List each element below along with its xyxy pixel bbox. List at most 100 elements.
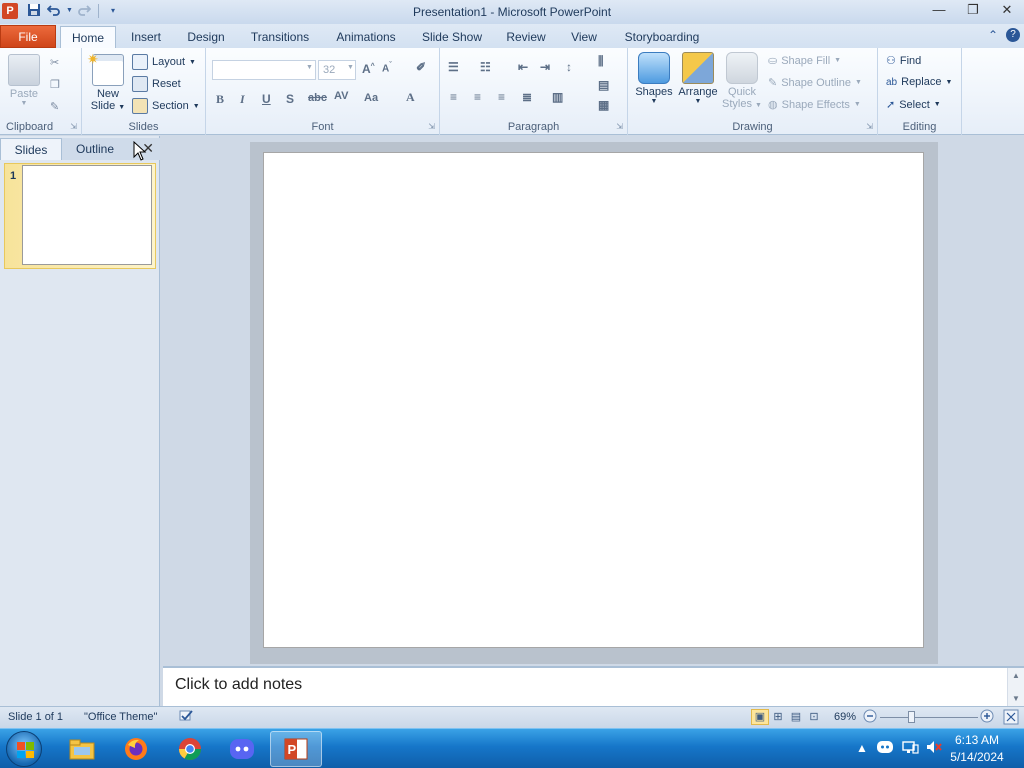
tab-file[interactable]: File <box>0 25 56 48</box>
reset-button[interactable]: Reset <box>132 76 181 92</box>
font-launcher-icon[interactable]: ⇲ <box>428 122 435 131</box>
smartart-icon[interactable]: ▦ <box>598 98 609 112</box>
select-button[interactable]: ➚ Select ▼ <box>886 98 941 112</box>
columns-icon[interactable]: ▥ <box>552 90 563 104</box>
slide-sorter-icon[interactable]: ⊞ <box>769 709 787 725</box>
zoom-level[interactable]: 69% <box>834 711 856 723</box>
spell-check-icon[interactable] <box>178 709 194 726</box>
line-spacing-icon[interactable]: ↕ <box>566 60 572 74</box>
tab-insert[interactable]: Insert <box>122 26 170 48</box>
font-label: Font <box>311 121 334 133</box>
tab-view[interactable]: View <box>566 26 602 48</box>
replace-icon: ab <box>886 76 898 88</box>
slide-thumbnail[interactable] <box>22 165 152 265</box>
tab-slide-show[interactable]: Slide Show <box>416 26 488 48</box>
zoom-out-icon[interactable] <box>863 709 877 726</box>
find-button[interactable]: ⚇ Find <box>886 54 921 68</box>
drawing-launcher-icon[interactable]: ⇲ <box>866 122 873 131</box>
replace-button[interactable]: ab Replace ▼ <box>886 76 952 88</box>
shrink-font-icon[interactable]: Aˇ <box>382 62 392 74</box>
slide-canvas[interactable] <box>263 152 924 648</box>
paste-button[interactable]: Paste ▼ <box>4 54 44 107</box>
tab-storyboarding[interactable]: Storyboarding <box>618 26 706 48</box>
align-left-icon[interactable]: ≡ <box>450 90 457 104</box>
tab-transitions[interactable]: Transitions <box>244 26 316 48</box>
decrease-indent-icon[interactable]: ⇤ <box>518 60 528 74</box>
editing-label: Editing <box>902 121 937 133</box>
increase-indent-icon[interactable]: ⇥ <box>540 60 550 74</box>
bullets-icon[interactable]: ☰ <box>448 60 459 74</box>
shapes-button[interactable]: Shapes ▼ <box>634 52 674 105</box>
paragraph-launcher-icon[interactable]: ⇲ <box>616 122 623 131</box>
layout-button[interactable]: Layout ▼ <box>132 54 196 70</box>
font-size-dropdown-icon[interactable]: ▼ <box>347 64 354 71</box>
network-icon[interactable] <box>901 739 919 758</box>
volume-muted-icon[interactable] <box>925 739 943 758</box>
powerpoint-icon[interactable]: P <box>270 731 322 767</box>
zoom-slider[interactable] <box>880 717 978 718</box>
bold-icon[interactable]: B <box>216 92 224 107</box>
grow-font-icon[interactable]: A^ <box>362 62 375 76</box>
tab-animations[interactable]: Animations <box>330 26 402 48</box>
discord-icon[interactable] <box>216 731 268 767</box>
scroll-up-icon[interactable]: ▲ <box>1008 671 1024 680</box>
tab-slides[interactable]: Slides <box>0 138 62 160</box>
zoom-slider-thumb[interactable] <box>908 711 915 723</box>
scroll-down-icon[interactable]: ▼ <box>1008 694 1024 703</box>
font-color-icon[interactable]: A <box>406 90 415 105</box>
minimize-icon[interactable]: — <box>922 0 956 22</box>
text-shadow-icon[interactable]: S <box>286 92 294 106</box>
shapes-icon <box>638 52 670 84</box>
tab-home[interactable]: Home <box>60 26 116 48</box>
start-button[interactable] <box>6 731 42 767</box>
notes-placeholder[interactable]: Click to add notes <box>175 676 302 694</box>
arrange-button[interactable]: Arrange ▼ <box>676 52 720 105</box>
numbering-icon[interactable]: ☷ <box>480 60 491 74</box>
file-explorer-icon[interactable] <box>56 731 108 767</box>
close-icon[interactable]: ✕ <box>990 0 1024 22</box>
zoom-in-icon[interactable] <box>980 709 994 726</box>
new-slide-button[interactable]: ✷ New Slide ▼ <box>86 51 130 112</box>
tab-review[interactable]: Review <box>502 26 550 48</box>
section-button[interactable]: Section ▼ <box>132 98 200 114</box>
help-icon[interactable]: ? <box>1006 28 1020 42</box>
justify-icon[interactable]: ≣ <box>522 90 532 104</box>
format-painter-button[interactable]: ✎ <box>50 100 59 113</box>
font-name-input[interactable] <box>212 60 316 80</box>
align-center-icon[interactable]: ≡ <box>474 90 481 104</box>
fit-to-window-icon[interactable] <box>1003 709 1019 728</box>
strikethrough-icon[interactable]: abc <box>308 92 327 104</box>
slide-show-icon[interactable]: ⊡ <box>805 709 823 725</box>
firefox-icon[interactable] <box>110 731 162 767</box>
shape-effects-button[interactable]: ◍ Shape Effects ▼ <box>768 98 861 112</box>
ribbon-tabs: File Home Insert Design Transitions Anim… <box>0 24 1024 48</box>
discord-tray-icon[interactable] <box>876 739 894 758</box>
copy-button[interactable]: ❐ <box>50 78 60 91</box>
notes-pane[interactable]: Click to add notes ▲ ▼ <box>163 666 1024 706</box>
clear-formatting-icon[interactable]: ✐ <box>416 60 426 74</box>
chrome-icon[interactable] <box>164 731 216 767</box>
reading-view-icon[interactable]: ▤ <box>787 709 805 725</box>
quick-styles-button[interactable]: Quick Styles ▼ <box>722 52 762 110</box>
change-case-icon[interactable]: Aa <box>364 92 378 104</box>
shape-fill-button[interactable]: ⛀ Shape Fill ▼ <box>768 54 841 68</box>
restore-icon[interactable]: ❐ <box>956 0 990 22</box>
tab-outline[interactable]: Outline <box>62 138 128 160</box>
system-clock[interactable]: 6:13 AM 5/14/2024 <box>946 732 1008 766</box>
font-name-dropdown-icon[interactable]: ▼ <box>306 64 313 71</box>
show-hidden-icons[interactable]: ▲ <box>856 741 868 755</box>
tab-design[interactable]: Design <box>180 26 232 48</box>
notes-scrollbar[interactable]: ▲ ▼ <box>1007 668 1024 706</box>
cut-button[interactable]: ✂ <box>50 56 59 69</box>
italic-icon[interactable]: I <box>240 92 245 107</box>
windows-logo-icon <box>17 742 34 758</box>
clipboard-launcher-icon[interactable]: ⇲ <box>70 122 77 131</box>
align-right-icon[interactable]: ≡ <box>498 90 505 104</box>
align-text-icon[interactable]: ▤ <box>598 78 609 92</box>
underline-icon[interactable]: U <box>262 92 271 106</box>
minimize-ribbon-icon[interactable]: ⌃ <box>988 28 998 42</box>
character-spacing-icon[interactable]: AV <box>334 90 348 102</box>
text-direction-icon[interactable]: ⫼ <box>598 54 604 69</box>
normal-view-icon[interactable]: ▣ <box>751 709 769 725</box>
shape-outline-button[interactable]: ✎ Shape Outline ▼ <box>768 76 862 90</box>
